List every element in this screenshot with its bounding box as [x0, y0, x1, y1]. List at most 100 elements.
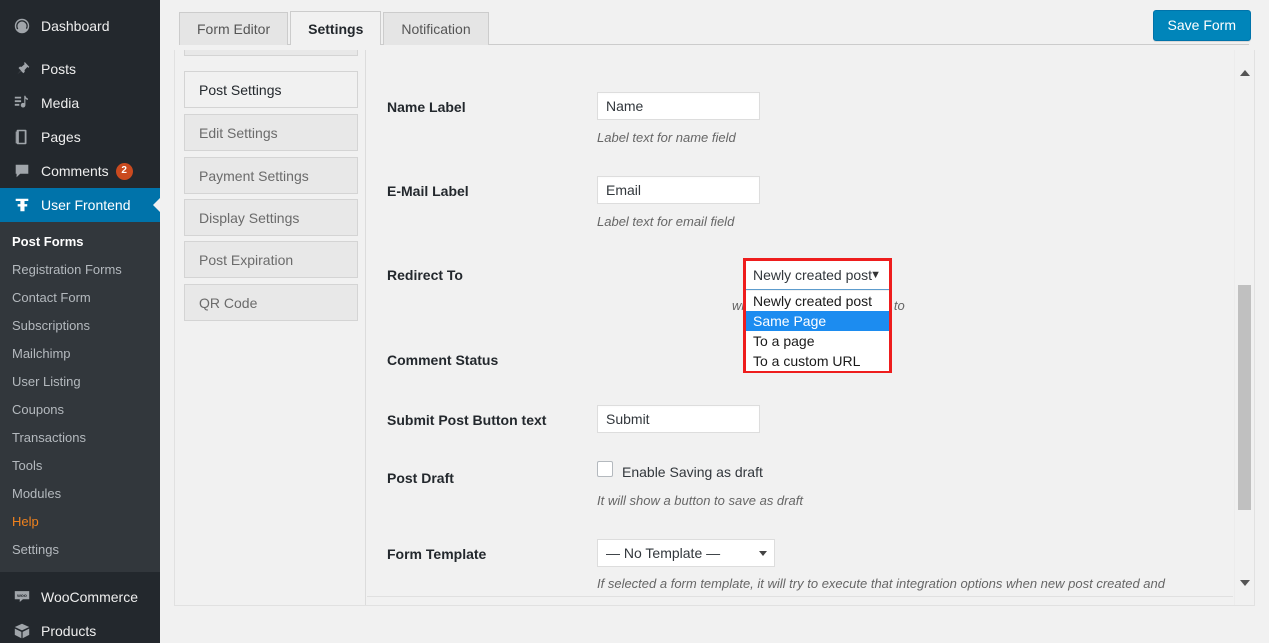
- save-form-button[interactable]: Save Form: [1152, 10, 1251, 41]
- user-frontend-submenu: Post Forms Registration Forms Contact Fo…: [0, 222, 160, 572]
- submenu-item-coupons[interactable]: Coupons: [0, 396, 160, 424]
- panel-scrollbar[interactable]: [1234, 50, 1254, 605]
- media-icon: [12, 93, 32, 113]
- name-label-description: Label text for name field: [597, 130, 736, 145]
- chevron-down-icon: [759, 551, 767, 556]
- submenu-item-transactions[interactable]: Transactions: [0, 424, 160, 452]
- sidebar-item-comments[interactable]: Comments 2: [0, 154, 160, 188]
- submenu-item-subscriptions[interactable]: Subscriptions: [0, 312, 160, 340]
- tab-settings[interactable]: Settings: [290, 11, 382, 46]
- settings-nav-item-qr-code[interactable]: QR Code: [184, 284, 358, 321]
- pages-icon: [12, 127, 32, 147]
- redirect-option-same-page[interactable]: Same Page: [746, 311, 889, 331]
- redirect-option-to-a-page[interactable]: To a page: [746, 331, 889, 351]
- settings-nav-label: Display Settings: [199, 209, 300, 226]
- settings-nav-item-edit-settings[interactable]: Edit Settings: [184, 114, 358, 151]
- post-draft-checkbox-label: Enable Saving as draft: [622, 464, 763, 480]
- sidebar-item-label: Dashboard: [41, 18, 110, 34]
- redirect-to-selected-value: Newly created post: [753, 267, 873, 283]
- sidebar-item-pages[interactable]: Pages: [0, 120, 160, 154]
- comments-count-badge: 2: [115, 162, 133, 180]
- form-template-selected-value: — No Template —: [606, 545, 721, 561]
- sidebar-item-dashboard[interactable]: Dashboard: [0, 9, 160, 43]
- sidebar-item-products[interactable]: Products: [0, 614, 160, 643]
- form-tabs: Form Editor Settings Notification: [179, 11, 491, 46]
- redirect-to-options-list: Newly created post Same Page To a page T…: [746, 291, 889, 371]
- submenu-item-registration-forms[interactable]: Registration Forms: [0, 256, 160, 284]
- settings-nav-item-display-settings[interactable]: Display Settings: [184, 199, 358, 236]
- woocommerce-icon: woo: [12, 587, 32, 607]
- pin-icon: [12, 59, 32, 79]
- sidebar-item-label: User Frontend: [41, 197, 131, 213]
- settings-nav: Post Settings Edit Settings Payment Sett…: [175, 50, 366, 605]
- submit-button-text-input[interactable]: [597, 405, 760, 433]
- email-label-label: E-Mail Label: [387, 183, 469, 199]
- wpuf-icon: [12, 195, 32, 215]
- post-draft-label: Post Draft: [387, 470, 454, 486]
- settings-nav-label: Payment Settings: [199, 167, 309, 184]
- sidebar-item-label: WooCommerce: [41, 589, 138, 605]
- submenu-item-tools[interactable]: Tools: [0, 452, 160, 480]
- form-template-label: Form Template: [387, 546, 487, 562]
- redirect-to-label: Redirect To: [387, 267, 463, 283]
- sidebar-item-user-frontend[interactable]: User Frontend: [0, 188, 160, 222]
- form-template-select[interactable]: — No Template —: [597, 539, 775, 567]
- triangle-up-icon: [1240, 70, 1250, 76]
- settings-nav-label: Edit Settings: [199, 124, 278, 141]
- main-content: Form Editor Settings Notification Save F…: [160, 0, 1269, 643]
- svg-text:woo: woo: [16, 594, 27, 599]
- post-draft-description: It will show a button to save as draft: [597, 493, 803, 508]
- form-bottom-divider: [367, 596, 1233, 597]
- redirect-to-select[interactable]: Newly created post ▼: [746, 261, 889, 290]
- comment-status-label: Comment Status: [387, 352, 499, 368]
- settings-nav-item-payment-settings[interactable]: Payment Settings: [184, 157, 358, 194]
- settings-panel: Post Settings Edit Settings Payment Sett…: [174, 50, 1255, 606]
- redirect-option-to-a-custom-url[interactable]: To a custom URL: [746, 351, 889, 371]
- products-icon: [12, 621, 32, 641]
- redirect-to-dropdown-highlight: Newly created post ▼ Newly created post …: [743, 258, 892, 373]
- settings-nav-label: Post Settings: [199, 81, 282, 98]
- settings-nav-label: QR Code: [199, 294, 258, 311]
- scroll-down-arrow-icon[interactable]: [1235, 573, 1254, 593]
- sidebar-item-label: Products: [41, 623, 97, 639]
- name-label-label: Name Label: [387, 99, 466, 115]
- email-label-description: Label text for email field: [597, 214, 735, 229]
- sidebar-item-label: Comments: [41, 163, 109, 179]
- settings-nav-clipped-item: [184, 50, 358, 56]
- sidebar-item-posts[interactable]: Posts: [0, 52, 160, 86]
- submenu-item-help[interactable]: Help: [0, 508, 160, 536]
- wordpress-admin-screen: Dashboard Posts Media Pages Comments 2 U…: [0, 0, 1269, 643]
- admin-sidebar: Dashboard Posts Media Pages Comments 2 U…: [0, 0, 160, 643]
- comment-icon: [12, 161, 32, 181]
- submenu-item-post-forms[interactable]: Post Forms: [0, 228, 160, 256]
- settings-nav-item-post-settings[interactable]: Post Settings: [184, 71, 358, 108]
- sidebar-item-woocommerce[interactable]: woo WooCommerce: [0, 580, 160, 614]
- submenu-item-mailchimp[interactable]: Mailchimp: [0, 340, 160, 368]
- post-draft-checkbox[interactable]: [597, 461, 613, 477]
- scrollbar-thumb[interactable]: [1238, 285, 1251, 510]
- tab-notification[interactable]: Notification: [383, 12, 489, 45]
- sidebar-divider-1: [0, 43, 160, 52]
- sidebar-item-label: Media: [41, 95, 80, 111]
- chevron-down-icon: ▼: [870, 269, 881, 281]
- submenu-item-contact-form[interactable]: Contact Form: [0, 284, 160, 312]
- sidebar-divider-2: [0, 572, 160, 580]
- sidebar-top-spacer: [0, 0, 160, 9]
- redirect-option-newly-created-post[interactable]: Newly created post: [746, 291, 889, 311]
- name-label-input[interactable]: [597, 92, 760, 120]
- submit-button-text-label: Submit Post Button text: [387, 412, 547, 428]
- sidebar-item-media[interactable]: Media: [0, 86, 160, 120]
- submenu-item-modules[interactable]: Modules: [0, 480, 160, 508]
- tab-form-editor[interactable]: Form Editor: [179, 12, 289, 45]
- settings-nav-item-post-expiration[interactable]: Post Expiration: [184, 241, 358, 278]
- triangle-down-icon: [1240, 580, 1250, 586]
- email-label-input[interactable]: [597, 176, 760, 204]
- settings-nav-label: Post Expiration: [199, 251, 294, 268]
- scroll-up-arrow-icon[interactable]: [1235, 63, 1254, 83]
- sidebar-item-label: Pages: [41, 129, 81, 145]
- form-template-description: If selected a form template, it will try…: [597, 576, 1165, 591]
- sidebar-item-label: Posts: [41, 61, 77, 77]
- submenu-item-user-listing[interactable]: User Listing: [0, 368, 160, 396]
- submenu-item-settings[interactable]: Settings: [0, 536, 160, 564]
- dashboard-icon: [12, 16, 32, 36]
